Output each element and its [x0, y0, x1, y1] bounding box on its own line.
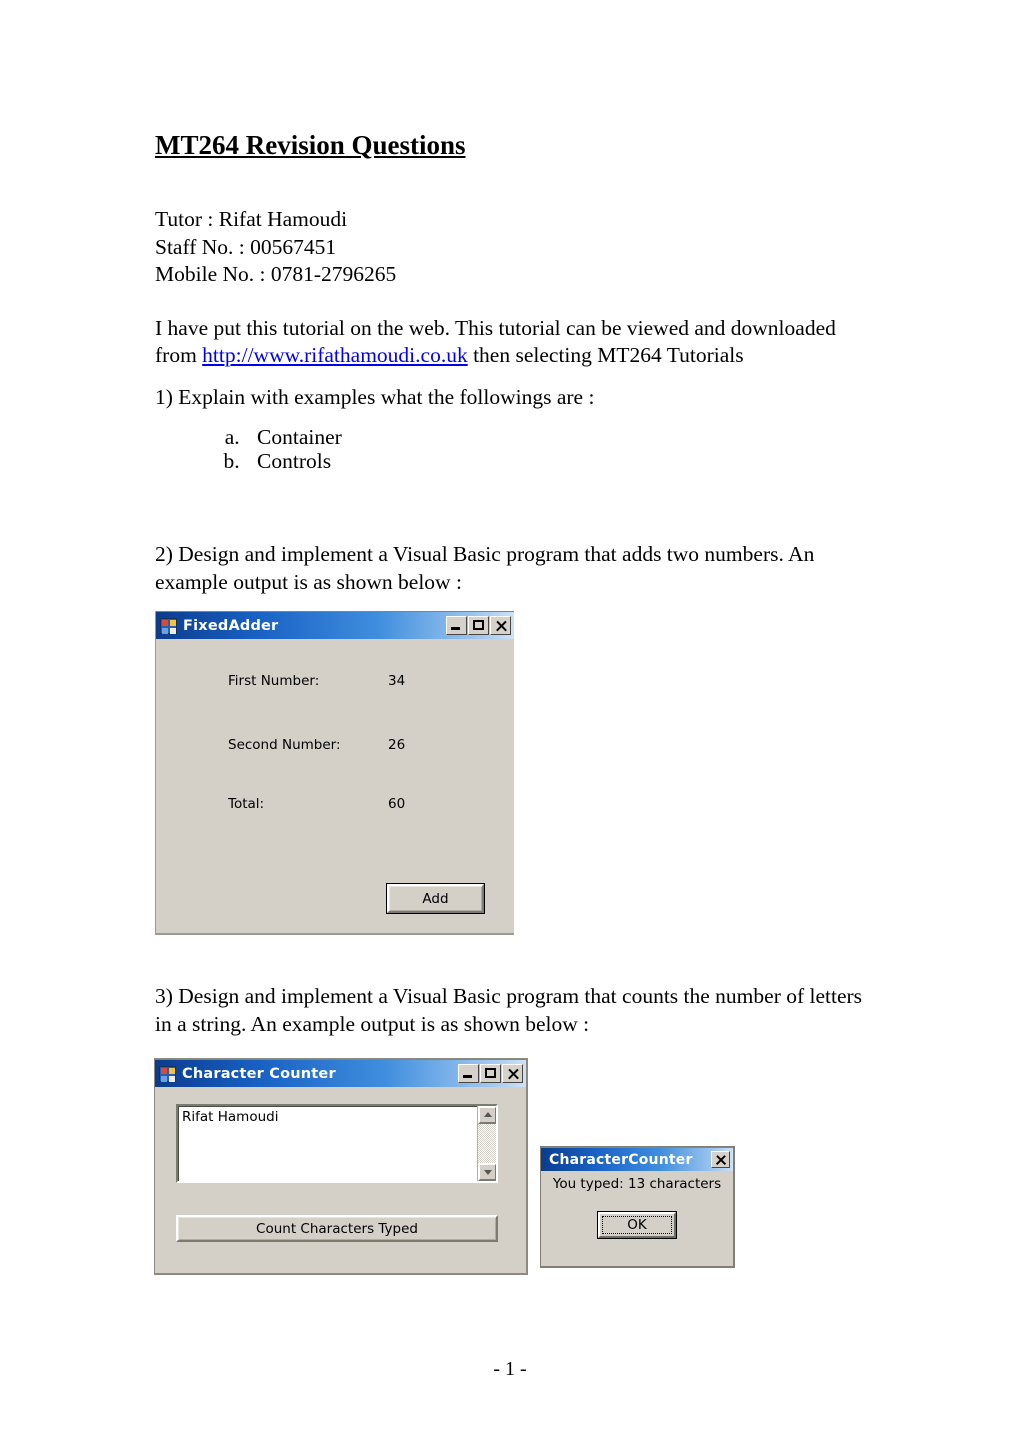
- fixed-adder-form-body: First Number: 34 Second Number: 26 Total…: [156, 639, 514, 933]
- first-number-label: First Number:: [228, 673, 320, 689]
- first-number-value: 34: [388, 673, 406, 689]
- text-input-box[interactable]: Rifat Hamoudi: [176, 1104, 498, 1183]
- tutor-line: Tutor : Rifat Hamoudi: [155, 207, 348, 231]
- question-2-text: 2) Design and implement a Visual Basic p…: [155, 542, 815, 594]
- maximize-button[interactable]: [468, 616, 489, 635]
- page-title: MT264 Revision Questions: [155, 130, 466, 160]
- list-item: Container: [245, 425, 870, 449]
- fixed-adder-title-bar: FixedAdder: [156, 611, 514, 639]
- focus-ring: [602, 1216, 672, 1234]
- close-icon: [503, 1065, 522, 1082]
- message-box-text: You typed: 13 characters: [552, 1176, 722, 1192]
- ok-button[interactable]: OK: [597, 1211, 677, 1239]
- maximize-icon: [469, 617, 488, 634]
- question-1-list: Container Controls: [155, 425, 870, 473]
- total-label: Total:: [228, 796, 265, 812]
- second-number-value: 26: [388, 737, 406, 753]
- visual-basic-form-icon: [159, 1065, 176, 1082]
- message-box-title: CharacterCounter: [549, 1151, 693, 1168]
- message-box-screenshot: CharacterCounter You typed: 13 character…: [540, 1146, 735, 1268]
- second-number-label: Second Number:: [228, 737, 341, 753]
- question-1-text: 1) Explain with examples what the follow…: [155, 384, 595, 409]
- mobile-no-line: Mobile No. : 0781-2796265: [155, 262, 397, 286]
- intro-paragraph: I have put this tutorial on the web. Thi…: [155, 315, 870, 370]
- chevron-down-icon: [483, 1170, 492, 1175]
- close-button[interactable]: [711, 1151, 730, 1168]
- message-box-title-bar: CharacterCounter: [541, 1147, 733, 1171]
- close-button[interactable]: [490, 616, 511, 635]
- character-counter-title: Character Counter: [182, 1065, 336, 1082]
- fixed-adder-window-screenshot: FixedAdder First Number: 34 Second Numbe…: [155, 611, 514, 935]
- tutorial-website-link[interactable]: http://www.rifathamoudi.co.uk: [202, 343, 468, 367]
- character-counter-caption-buttons: [458, 1064, 524, 1083]
- close-button[interactable]: [502, 1064, 523, 1083]
- scroll-down-button[interactable]: [478, 1163, 496, 1181]
- intro-line-2-tail: then selecting MT264 Tutorials: [467, 343, 744, 367]
- minimize-icon: [447, 617, 466, 634]
- fixed-adder-title: FixedAdder: [183, 617, 279, 634]
- maximize-button[interactable]: [480, 1064, 501, 1083]
- minimize-button[interactable]: [446, 616, 467, 635]
- vertical-scrollbar[interactable]: [477, 1106, 496, 1181]
- document-content: MT264 Revision Questions Tutor : Rifat H…: [155, 128, 870, 473]
- close-icon: [491, 617, 510, 634]
- maximize-icon: [481, 1065, 500, 1082]
- fixed-adder-caption-buttons: [446, 616, 512, 635]
- add-button[interactable]: Add: [386, 883, 485, 914]
- page-number-footer: - 1 -: [493, 1358, 527, 1380]
- minimize-icon: [459, 1065, 478, 1082]
- minimize-button[interactable]: [458, 1064, 479, 1083]
- question-3-block: 3) Design and implement a Visual Basic p…: [155, 983, 870, 1038]
- character-counter-title-bar: Character Counter: [155, 1059, 526, 1087]
- list-item: Controls: [245, 449, 870, 473]
- close-icon: [712, 1152, 729, 1167]
- staff-no-line: Staff No. : 00567451: [155, 234, 337, 259]
- character-counter-form-body: Rifat Hamoudi Count Characters Typed: [155, 1087, 526, 1274]
- character-counter-window-screenshot: Character Counter Rifat Hamoudi Count Ch…: [154, 1058, 528, 1275]
- count-characters-button[interactable]: Count Characters Typed: [176, 1215, 498, 1242]
- document-page: MT264 Revision Questions Tutor : Rifat H…: [0, 0, 1020, 1443]
- message-box-caption-buttons: [711, 1151, 731, 1168]
- question-3-text: 3) Design and implement a Visual Basic p…: [155, 984, 863, 1036]
- chevron-up-icon: [483, 1112, 492, 1117]
- question-2-block: 2) Design and implement a Visual Basic p…: [155, 541, 870, 596]
- text-input-value: Rifat Hamoudi: [182, 1109, 279, 1125]
- visual-basic-form-icon: [160, 617, 177, 634]
- total-value: 60: [388, 796, 406, 812]
- scroll-up-button[interactable]: [478, 1106, 496, 1124]
